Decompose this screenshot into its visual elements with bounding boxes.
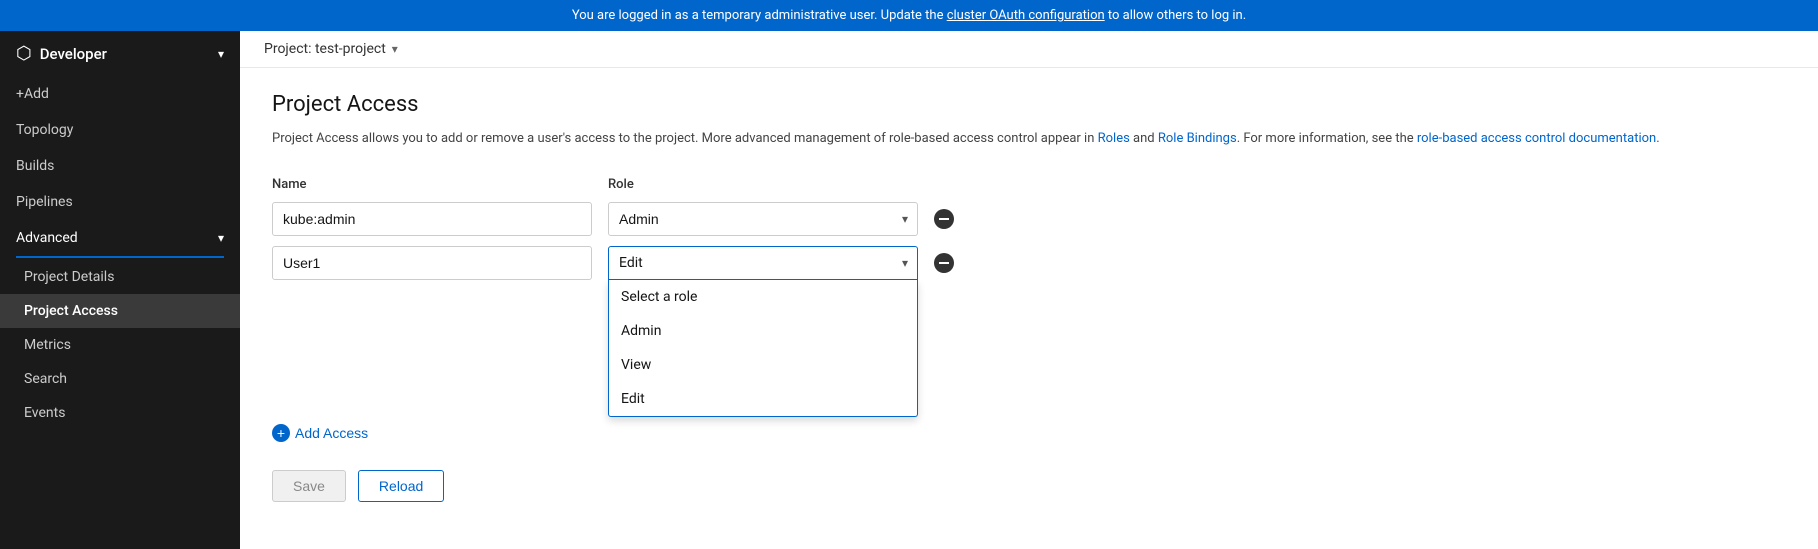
sidebar-sub-item-search[interactable]: Search <box>0 362 240 396</box>
add-access-row: + Add Access <box>272 420 1232 446</box>
dropdown-item-admin[interactable]: Admin <box>609 314 917 348</box>
table-row: Admin View Edit ▾ <box>272 202 1232 236</box>
sidebar-sub-item-project-access[interactable]: Project Access <box>0 294 240 328</box>
name-input-2[interactable] <box>272 246 592 280</box>
pipelines-label: Pipelines <box>16 194 73 210</box>
topology-label: Topology <box>16 122 73 138</box>
name-input-1[interactable] <box>272 202 592 236</box>
save-button[interactable]: Save <box>272 470 346 502</box>
dropdown-item-select-role[interactable]: Select a role <box>609 280 917 314</box>
add-access-button[interactable]: + Add Access <box>272 420 368 446</box>
metrics-label: Metrics <box>24 337 71 353</box>
add-label: +Add <box>16 86 49 102</box>
search-label: Search <box>24 371 67 387</box>
role-select-display-2[interactable]: Edit <box>608 246 918 280</box>
project-details-label: Project Details <box>24 269 114 285</box>
sidebar-sub-item-project-details[interactable]: Project Details <box>0 260 240 294</box>
rbac-doc-link[interactable]: role-based access control documentation <box>1417 131 1656 146</box>
selected-role-text: Edit <box>619 255 643 271</box>
sidebar-item-topology[interactable]: Topology <box>0 112 240 148</box>
content-area: Project Access Project Access allows you… <box>240 68 1818 526</box>
desc-before: Project Access allows you to add or remo… <box>272 131 1098 146</box>
desc-after: . For more information, see the <box>1237 131 1417 146</box>
builds-label: Builds <box>16 158 54 174</box>
remove-button-1[interactable] <box>934 209 954 229</box>
sidebar-sub-item-metrics[interactable]: Metrics <box>0 328 240 362</box>
project-label: Project: test-project <box>264 41 386 57</box>
role-select-wrapper-1: Admin View Edit ▾ <box>608 202 918 236</box>
advanced-chevron-icon: ▾ <box>218 231 224 245</box>
sidebar-section-advanced[interactable]: Advanced ▾ <box>0 220 240 256</box>
sidebar-section-indicator <box>16 256 224 258</box>
oauth-config-link[interactable]: cluster OAuth configuration <box>947 8 1105 23</box>
sidebar-item-builds[interactable]: Builds <box>0 148 240 184</box>
project-chevron-icon: ▾ <box>392 42 398 56</box>
access-table: Name Role Admin View Edit ▾ <box>272 177 1232 502</box>
advanced-label: Advanced <box>16 230 78 246</box>
remove-button-2[interactable] <box>934 253 954 273</box>
sidebar-item-pipelines[interactable]: Pipelines <box>0 184 240 220</box>
sidebar-sub-item-events[interactable]: Events <box>0 396 240 430</box>
role-select-wrapper-2: Edit ▾ Select a role Admin View <box>608 246 918 280</box>
table-row: Edit ▾ Select a role Admin View <box>272 246 1232 280</box>
action-buttons: Save Reload <box>272 470 1232 502</box>
top-banner: You are logged in as a temporary adminis… <box>0 0 1818 31</box>
header-chevron-icon: ▾ <box>218 47 224 61</box>
reload-button[interactable]: Reload <box>358 470 444 502</box>
role-select-1[interactable]: Admin View Edit <box>608 202 918 236</box>
roles-link[interactable]: Roles <box>1098 131 1130 146</box>
dropdown-item-edit[interactable]: Edit <box>609 382 917 416</box>
dev-icon: ⬡ <box>16 43 32 64</box>
col-header-name: Name <box>272 177 592 192</box>
page-title: Project Access <box>272 92 1786 117</box>
dropdown-menu: Select a role Admin View Edit <box>608 280 918 417</box>
sidebar-item-add[interactable]: +Add <box>0 76 240 112</box>
banner-text-middle: to allow others to log in. <box>1105 8 1246 23</box>
desc-end: . <box>1656 131 1659 146</box>
app-name: Developer <box>40 45 107 63</box>
table-headers: Name Role <box>272 177 1232 192</box>
project-bar[interactable]: Project: test-project ▾ <box>240 31 1818 68</box>
sidebar: ⬡ Developer ▾ +Add Topology Builds Pipel… <box>0 31 240 549</box>
main-content: Project: test-project ▾ Project Access P… <box>240 31 1818 549</box>
role-bindings-link[interactable]: Role Bindings <box>1158 131 1237 146</box>
project-access-label: Project Access <box>24 303 118 319</box>
sidebar-header[interactable]: ⬡ Developer ▾ <box>0 31 240 76</box>
events-label: Events <box>24 405 65 421</box>
add-access-label: Add Access <box>295 425 368 441</box>
col-header-role: Role <box>608 177 918 192</box>
save-label: Save <box>293 478 325 494</box>
add-icon: + <box>272 424 290 442</box>
reload-label: Reload <box>379 478 423 494</box>
desc-middle: and <box>1130 131 1158 146</box>
page-description: Project Access allows you to add or remo… <box>272 129 1786 149</box>
banner-text-before: You are logged in as a temporary adminis… <box>572 8 947 23</box>
dropdown-item-view[interactable]: View <box>609 348 917 382</box>
